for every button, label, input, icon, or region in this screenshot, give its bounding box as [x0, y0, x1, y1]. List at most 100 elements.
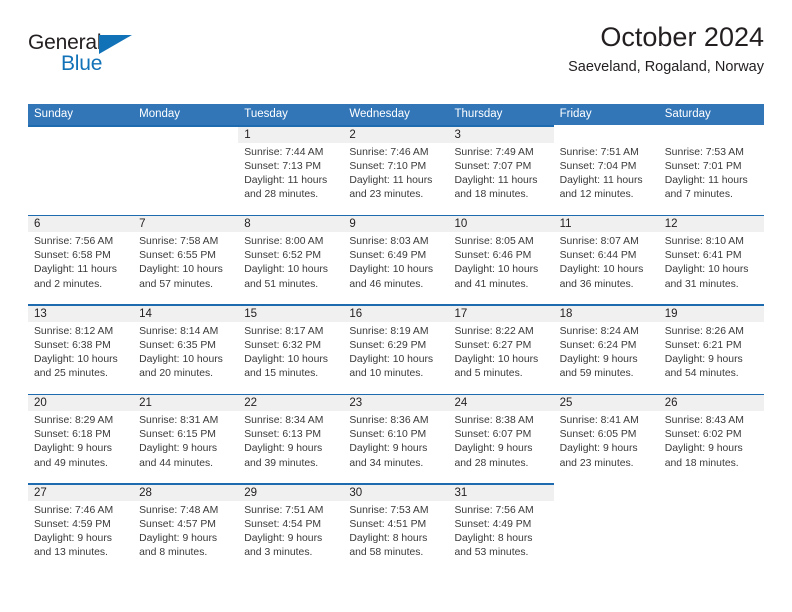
daylight-text: Daylight: 9 hours and 8 minutes.	[139, 532, 218, 559]
daylight-text: Daylight: 9 hours and 18 minutes.	[664, 443, 743, 469]
calendar-cell[interactable]: Sunrise: 8:03 AM Sunset: 6:49 PM Daylight:…	[343, 232, 449, 304]
day-number[interactable]: 17	[449, 306, 554, 322]
calendar-cell[interactable]: Sunrise: 8:17 AM Sunset: 6:32 PM Daylight:…	[238, 321, 344, 394]
calendar-week-row: 13 14 15 16 17 18 19 Sunrise: 8:12 AM Sunset: 6:…	[28, 304, 764, 394]
sunset-text: Sunset: 6:49 PM	[349, 250, 427, 262]
day-number[interactable]: 8	[238, 216, 343, 232]
weekday-header-thursday: Thursday	[454, 108, 503, 120]
day-number[interactable]: 3	[449, 127, 554, 143]
daylight-text: Daylight: 10 hours and 57 minutes.	[139, 264, 223, 290]
calendar-cell[interactable]: Sunrise: 8:34 AM Sunset: 6:13 PM Daylight:…	[238, 411, 344, 483]
day-number[interactable]: 15	[238, 306, 343, 322]
day-number[interactable]: 26	[659, 395, 764, 411]
calendar-cell[interactable]: Sunrise: 8:24 AM Sunset: 6:24 PM Daylight:…	[553, 321, 659, 394]
daylight-text: Daylight: 11 hours and 18 minutes.	[454, 174, 538, 201]
weekday-header-tuesday: Tuesday	[244, 108, 288, 120]
calendar-cell[interactable]: Sunrise: 8:43 AM Sunset: 6:02 PM Daylight:…	[658, 411, 764, 483]
calendar-cell[interactable]: Sunrise: 8:07 AM Sunset: 6:44 PM Daylight:…	[553, 232, 659, 304]
day-number[interactable]: 21	[133, 395, 238, 411]
sunrise-text: Sunrise: 8:38 AM	[454, 415, 534, 426]
sunset-text: Sunset: 6:38 PM	[34, 339, 111, 351]
day-number[interactable]: 9	[343, 216, 448, 232]
daylight-text: Daylight: 9 hours and 59 minutes.	[559, 353, 638, 380]
day-number[interactable]: 29	[238, 485, 343, 501]
calendar-cell[interactable]: Sunrise: 8:10 AM Sunset: 6:41 PM Daylight:…	[658, 232, 764, 304]
day-number[interactable]: 14	[133, 306, 238, 322]
sunrise-text: Sunrise: 7:56 AM	[34, 236, 114, 247]
calendar-cell[interactable]: Sunrise: 7:49 AM Sunset: 7:07 PM Daylight:…	[448, 142, 554, 215]
daylight-text: Daylight: 11 hours and 7 minutes.	[664, 174, 748, 201]
day-number[interactable]: 19	[659, 306, 764, 322]
daylight-text: Daylight: 11 hours and 28 minutes.	[244, 174, 328, 201]
day-number[interactable]: 20	[28, 395, 133, 411]
calendar-week-row: 6 7 8 9 10 11 12 Sunrise: 7:56 AM Sunset: 6:58 P…	[28, 214, 764, 304]
day-number[interactable]: 22	[238, 395, 343, 411]
calendar-cell[interactable]: Sunrise: 8:05 AM Sunset: 6:46 PM Daylight:…	[448, 232, 554, 304]
daylight-text: Daylight: 11 hours and 2 minutes.	[34, 264, 117, 290]
calendar-cell[interactable]: Sunrise: 8:00 AM Sunset: 6:52 PM Daylight:…	[238, 232, 344, 304]
sunset-text: Sunset: 6:10 PM	[349, 429, 427, 441]
calendar-cell[interactable]: Sunrise: 8:26 AM Sunset: 6:21 PM Daylight:…	[658, 321, 764, 394]
daylight-text: Daylight: 10 hours and 41 minutes.	[454, 264, 539, 290]
calendar-cell[interactable]: Sunrise: 7:56 AM Sunset: 4:49 PM Daylight:…	[448, 500, 554, 573]
day-number[interactable]: 27	[28, 485, 133, 501]
calendar-cell[interactable]: Sunrise: 8:36 AM Sunset: 6:10 PM Daylight:…	[343, 411, 449, 483]
day-number[interactable]: 1	[238, 127, 343, 143]
sunset-text: Sunset: 6:24 PM	[559, 339, 637, 351]
day-number[interactable]: 11	[554, 216, 659, 232]
sunrise-text: Sunrise: 8:36 AM	[349, 415, 429, 426]
week-date-band: 6 7 8 9 10 11 12	[28, 216, 764, 232]
day-number[interactable]: 31	[449, 485, 554, 501]
calendar-cell[interactable]: Sunrise: 7:56 AM Sunset: 6:58 PM Daylight:…	[28, 232, 134, 304]
calendar-cell[interactable]: Sunrise: 7:58 AM Sunset: 6:55 PM Daylight:…	[133, 232, 239, 304]
daylight-text: Daylight: 9 hours and 34 minutes.	[349, 443, 428, 469]
day-number[interactable]: 25	[554, 395, 659, 411]
calendar-cell[interactable]: Sunrise: 7:53 AM Sunset: 7:01 PM Daylight:…	[658, 142, 764, 215]
day-number[interactable]: 10	[449, 216, 554, 232]
calendar-cell[interactable]: Sunrise: 8:19 AM Sunset: 6:29 PM Daylight:…	[343, 321, 449, 394]
calendar-cell[interactable]: Sunrise: 8:41 AM Sunset: 6:05 PM Daylight:…	[553, 411, 659, 483]
calendar-cell[interactable]: Sunrise: 7:44 AM Sunset: 7:13 PM Daylight:…	[238, 142, 344, 215]
day-number[interactable]: 12	[659, 216, 764, 232]
day-number[interactable]: 6	[28, 216, 133, 232]
weekday-header-monday: Monday	[139, 108, 181, 120]
day-number[interactable]: 7	[133, 216, 238, 232]
sunrise-text: Sunrise: 8:17 AM	[244, 325, 324, 337]
calendar-cell[interactable]: Sunrise: 7:51 AM Sunset: 4:54 PM Daylight:…	[238, 500, 344, 573]
day-number[interactable]: 13	[28, 306, 133, 322]
weekday-header-row: Sunday Monday Tuesday Wednesday Thursday Frid…	[28, 104, 764, 125]
sunset-text: Sunset: 4:49 PM	[454, 518, 532, 530]
day-number[interactable]: 18	[554, 306, 659, 322]
day-number[interactable]: 2	[343, 127, 448, 143]
sunset-text: Sunset: 6:35 PM	[139, 339, 216, 351]
day-number[interactable]: 23	[343, 395, 448, 411]
sunrise-text: Sunrise: 8:12 AM	[34, 325, 114, 337]
sunrise-text: Sunrise: 8:05 AM	[454, 236, 534, 247]
daylight-text: Daylight: 10 hours and 25 minutes.	[34, 353, 118, 380]
day-number[interactable]: 30	[343, 485, 448, 501]
calendar-cell[interactable]: Sunrise: 8:31 AM Sunset: 6:15 PM Daylight:…	[133, 411, 239, 483]
week-date-band: 123	[28, 126, 554, 143]
day-number[interactable]: 16	[343, 306, 448, 322]
general-blue-logo[interactable]: General Blue	[28, 32, 158, 86]
sunset-text: Sunset: 6:02 PM	[664, 429, 742, 441]
calendar-cell[interactable]: Sunrise: 7:53 AM Sunset: 4:51 PM Daylight:…	[343, 500, 449, 573]
calendar-cell[interactable]: Sunrise: 8:38 AM Sunset: 6:07 PM Daylight:…	[448, 411, 554, 483]
calendar-cell[interactable]: Sunrise: 7:48 AM Sunset: 4:57 PM Daylight:…	[133, 500, 239, 573]
daylight-text: Daylight: 9 hours and 13 minutes.	[34, 532, 112, 559]
daylight-text: Daylight: 10 hours and 20 minutes.	[139, 353, 223, 380]
daylight-text: Daylight: 9 hours and 23 minutes.	[559, 443, 638, 469]
calendar-cell[interactable]: Sunrise: 8:29 AM Sunset: 6:18 PM Daylight:…	[28, 411, 134, 483]
day-number[interactable]: 28	[133, 485, 238, 501]
page-subtitle: Saeveland, Rogaland, Norway	[568, 59, 764, 76]
calendar-cell[interactable]: Sunrise: 7:46 AM Sunset: 7:10 PM Daylight:…	[343, 142, 449, 215]
calendar-cell[interactable]: Sunrise: 8:12 AM Sunset: 6:38 PM Daylight:…	[28, 321, 134, 394]
sunset-text: Sunset: 6:44 PM	[559, 250, 637, 262]
calendar-cell[interactable]: Sunrise: 8:14 AM Sunset: 6:35 PM Daylight:…	[133, 321, 239, 394]
calendar-cell[interactable]: Sunrise: 7:46 AM Sunset: 4:59 PM Daylight:…	[28, 500, 134, 573]
daylight-text: Daylight: 10 hours and 51 minutes.	[244, 264, 328, 290]
calendar-week-row: 20 21 22 23 24 25 26 Sunrise: 8:29 AM Sunset: 6:…	[28, 393, 764, 483]
day-number[interactable]: 24	[449, 395, 554, 411]
calendar-cell[interactable]: Sunrise: 7:51 AM Sunset: 7:04 PM Daylight:…	[553, 142, 659, 215]
calendar-cell[interactable]: Sunrise: 8:22 AM Sunset: 6:27 PM Daylight:…	[448, 321, 554, 394]
